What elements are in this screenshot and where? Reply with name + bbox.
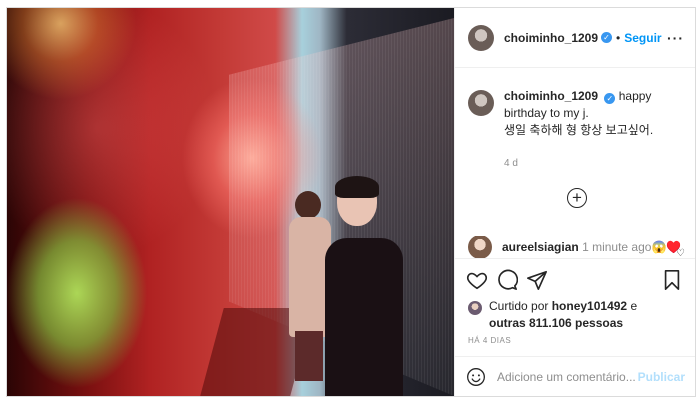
follow-button[interactable]: Seguir [624,31,661,45]
send-icon[interactable] [526,269,548,291]
post-modal: choiminho_1209 ✓ • Seguir ··· choiminho_… [6,7,696,397]
comment-icon[interactable] [496,269,518,291]
comment-input[interactable] [497,369,637,384]
likes-others-link[interactable]: outras 811.106 pessoas [489,316,623,330]
commenter-avatar[interactable] [468,236,492,258]
caption-verified-badge-icon: ✓ [604,93,616,104]
author-avatar[interactable] [468,24,494,51]
comment-age: 1 minute ago [582,240,652,254]
likes-summary: Curtido por honey101492 e outras 811.106… [468,298,637,332]
likes-text: Curtido por honey101492 e outras 811.106… [489,298,637,332]
caption-text: choiminho_1209 ✓ happy birthday to my j.… [504,88,683,139]
likes-joiner: e [630,299,638,313]
bookmark-icon[interactable] [661,269,683,291]
caption-line-2: 생일 축하해 형 항상 보고싶어. [504,123,654,137]
heart-icon[interactable] [466,269,488,291]
caption-author-avatar[interactable] [468,90,494,116]
author-username[interactable]: choiminho_1209 [504,31,598,45]
post-photo[interactable] [7,8,454,396]
post-header: choiminho_1209 ✓ • Seguir ··· [455,8,695,68]
verified-badge-icon: ✓ [601,32,613,43]
separator-dot: • [616,30,621,45]
post-caption: choiminho_1209 ✓ happy birthday to my j.… [468,88,683,139]
post-date[interactable]: HÁ 4 DIAS [468,336,511,345]
post-side-panel: choiminho_1209 ✓ • Seguir ··· choiminho_… [454,8,695,396]
action-bar [455,258,695,298]
caption-username[interactable]: choiminho_1209 [504,89,598,103]
plus-circle-icon[interactable]: + [567,188,587,208]
more-options-icon[interactable]: ··· [667,30,684,46]
add-comment-bar: Publicar [455,356,695,396]
smiley-icon[interactable] [466,367,486,387]
caption-age[interactable]: 4 d [504,158,518,169]
publish-button[interactable]: Publicar [638,370,685,384]
liker-avatar[interactable] [468,301,482,315]
commenter-username[interactable]: aureelsiagian [502,240,579,254]
likes-prefix: Curtido por [489,299,549,313]
comment-text: aureelsiagian 1 minute ago😱♥️ [502,240,681,254]
photo-person-right [325,176,403,396]
liker-username[interactable]: honey101492 [552,299,627,313]
comment-item: aureelsiagian 1 minute ago😱♥️ [468,236,688,258]
